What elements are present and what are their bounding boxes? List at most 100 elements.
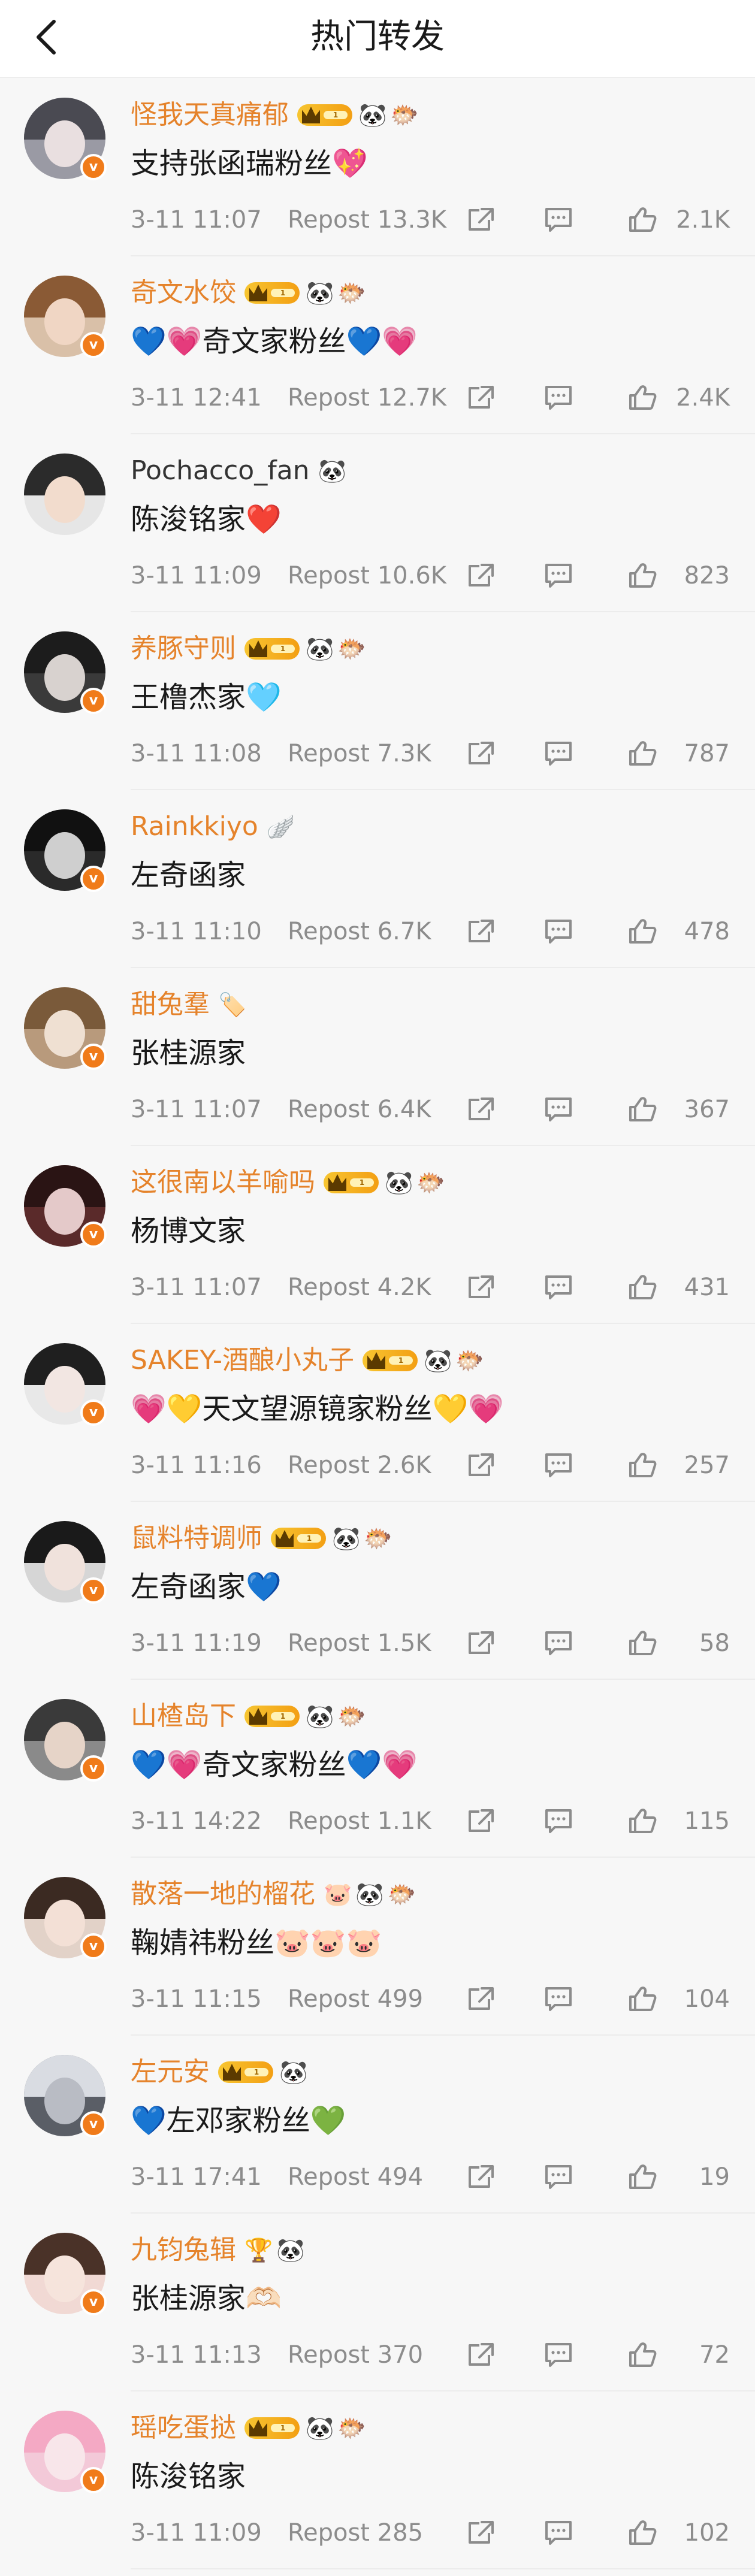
comment-icon[interactable] (544, 740, 573, 767)
repost-item[interactable]: v 散落一地的榴花 🐷 🐼 🐡 鞠婧祎粉丝🐷🐷🐷 3-11 11:15 Repost 499 1… (0, 1858, 755, 2036)
repost-label: Repost (288, 562, 370, 589)
username[interactable]: Rainkkiyo 🪽 (131, 808, 298, 845)
avatar[interactable] (24, 453, 105, 535)
like-icon[interactable] (628, 2520, 657, 2546)
like-icon[interactable] (628, 918, 657, 945)
share-icon[interactable] (466, 385, 495, 411)
username[interactable]: SAKEY-酒酿小丸子 1 🐼 🐡 (131, 1342, 488, 1379)
repost-item[interactable]: Pochacco_fan 🐼 陈浚铭家❤️ 3-11 11:09 Repost 10.6… (0, 434, 755, 612)
comment-icon[interactable] (544, 563, 573, 589)
like-count: 787 (684, 740, 730, 767)
comment-icon[interactable] (544, 1630, 573, 1656)
repost-item[interactable]: v 瑶吃蛋挞 1 🐼 🐡 陈浚铭家 3-11 11:09 Repost 285 102 (0, 2391, 755, 2569)
username[interactable]: 养豚守则 1 🐼 🐡 (131, 630, 370, 667)
share-icon[interactable] (466, 2520, 495, 2546)
repost-item[interactable]: v 山楂岛下 1 🐼 🐡 💙💗奇文家粉丝💙💗 3-11 14:22 Repost 1.1K 11… (0, 1680, 755, 1858)
like-icon[interactable] (628, 1274, 657, 1301)
share-icon[interactable] (466, 2342, 495, 2368)
repost-item[interactable]: v 怪我天真痛郁 1 🐼 🐡 支持张函瑞粉丝💖 3-11 11:07 Repost 13.3K… (0, 78, 755, 256)
comment-icon[interactable] (544, 2520, 573, 2546)
share-icon[interactable] (466, 2164, 495, 2190)
username[interactable]: 鼠料特调师 1 🐼 🐡 (131, 1520, 396, 1557)
comment-icon[interactable] (544, 1274, 573, 1301)
comment-icon[interactable] (544, 2342, 573, 2368)
crown-icon (367, 1352, 386, 1369)
share-icon[interactable] (466, 1986, 495, 2012)
username-text[interactable]: 瑶吃蛋挞 (131, 2409, 236, 2447)
like-icon[interactable] (628, 1452, 657, 1479)
share-icon[interactable] (466, 1274, 495, 1301)
timestamp: 3-11 11:07 (131, 206, 262, 234)
comment-icon[interactable] (544, 1808, 573, 1834)
comment-icon[interactable] (544, 2164, 573, 2190)
repost-meta: 3-11 11:09 Repost 285 102 (131, 2516, 730, 2550)
username[interactable]: Pochacco_fan 🐼 (131, 452, 350, 489)
repost-item[interactable]: v 鼠料特调师 1 🐼 🐡 左奇函家💙 3-11 11:19 Repost 1.5K 58 (0, 1502, 755, 1680)
comment-icon[interactable] (544, 1986, 573, 2012)
username[interactable]: 山楂岛下 1 🐼 🐡 (131, 1698, 370, 1735)
username-text[interactable]: 散落一地的榴花 (131, 1876, 315, 1913)
comment-icon[interactable] (544, 1452, 573, 1479)
username[interactable]: 奇文水饺 1 🐼 🐡 (131, 274, 370, 312)
repost-item[interactable]: v 这很南以羊喻吗 1 🐼 🐡 杨博文家 3-11 11:07 Repost 4.2K 431 (0, 1146, 755, 1324)
username[interactable]: 这很南以羊喻吗 1 🐼 🐡 (131, 1164, 449, 1201)
username-text[interactable]: 鼠料特调师 (131, 1520, 262, 1557)
username-text[interactable]: 怪我天真痛郁 (131, 96, 289, 134)
like-icon[interactable] (628, 207, 657, 233)
username-text[interactable]: Pochacco_fan (131, 452, 310, 489)
share-icon[interactable] (466, 207, 495, 233)
repost-item[interactable]: v 九钧兔辑 🏆 🐼 张桂源家🫶🏻 3-11 11:13 Repost 370 72 (0, 2214, 755, 2391)
share-icon[interactable] (466, 563, 495, 589)
username-text[interactable]: 这很南以羊喻吗 (131, 1164, 315, 1201)
username-text[interactable]: Rainkkiyo (131, 808, 258, 845)
username-text[interactable]: 山楂岛下 (131, 1698, 236, 1735)
page-title: 热门转发 (310, 17, 445, 56)
repost-item[interactable]: v 左元安 1 🐼 💙左邓家粉丝💚 3-11 17:41 Repost 494 19 (0, 2036, 755, 2214)
user-badge-icon: 🐷 (324, 1881, 352, 1907)
share-icon[interactable] (466, 918, 495, 945)
repost-text: 支持张函瑞粉丝💖 (131, 147, 368, 180)
username[interactable]: 散落一地的榴花 🐷 🐼 🐡 (131, 1876, 419, 1913)
repost-label: Repost (288, 1096, 370, 1123)
like-icon[interactable] (628, 385, 657, 411)
username-text[interactable]: 甜兔羣 (131, 986, 210, 1023)
username-text[interactable]: 左元安 (131, 2054, 210, 2091)
like-icon[interactable] (628, 740, 657, 767)
comment-icon[interactable] (544, 918, 573, 945)
vip-level-badge: 1 (244, 282, 300, 304)
like-icon[interactable] (628, 1986, 657, 2012)
username[interactable]: 九钧兔辑 🏆 🐼 (131, 2232, 309, 2269)
username[interactable]: 怪我天真痛郁 1 🐼 🐡 (131, 96, 422, 134)
username-text[interactable]: 九钧兔辑 (131, 2232, 236, 2269)
share-icon[interactable] (466, 740, 495, 767)
repost-item[interactable]: v 奇文水饺 1 🐼 🐡 💙💗奇文家粉丝💙💗 3-11 12:41 Repost 12.7K 2… (0, 256, 755, 434)
like-icon[interactable] (628, 2342, 657, 2368)
like-icon[interactable] (628, 1808, 657, 1834)
comment-icon[interactable] (544, 1096, 573, 1123)
share-icon[interactable] (466, 1096, 495, 1123)
like-icon[interactable] (628, 1096, 657, 1123)
like-icon[interactable] (628, 1630, 657, 1656)
share-icon[interactable] (466, 1452, 495, 1479)
share-icon[interactable] (466, 1808, 495, 1834)
username-text[interactable]: 奇文水饺 (131, 274, 236, 312)
comment-icon[interactable] (544, 385, 573, 411)
username[interactable]: 瑶吃蛋挞 1 🐼 🐡 (131, 2409, 370, 2447)
vip-level-badge: 1 (363, 1350, 418, 1371)
crown-icon (249, 1708, 267, 1725)
comment-icon[interactable] (544, 207, 573, 233)
like-icon[interactable] (628, 2164, 657, 2190)
username[interactable]: 左元安 1 🐼 (131, 2054, 311, 2091)
repost-item[interactable]: v SAKEY-酒酿小丸子 1 🐼 🐡 💗💛天文望源镜家粉丝💛💗 3-11 11:16 Rep… (0, 1324, 755, 1502)
username-text[interactable]: SAKEY-酒酿小丸子 (131, 1342, 354, 1379)
repost-meta: 3-11 11:10 Repost 6.7K 478 (131, 915, 730, 948)
username-text[interactable]: 养豚守则 (131, 630, 236, 667)
like-icon[interactable] (628, 563, 657, 589)
avatar-face (44, 120, 85, 167)
repost-item[interactable]: v Rainkkiyo 🪽 左奇函家 3-11 11:10 Repost 6.7K 478 (0, 790, 755, 968)
share-icon[interactable] (466, 1630, 495, 1656)
repost-item[interactable]: v 甜兔羣 🏷️ 张桂源家 3-11 11:07 Repost 6.4K 367 (0, 968, 755, 1146)
repost-item[interactable]: v 养豚守则 1 🐼 🐡 王橹杰家🩵 3-11 11:08 Repost 7.3K 787 (0, 612, 755, 790)
avatar-face (44, 1900, 85, 1946)
username[interactable]: 甜兔羣 🏷️ (131, 986, 250, 1023)
